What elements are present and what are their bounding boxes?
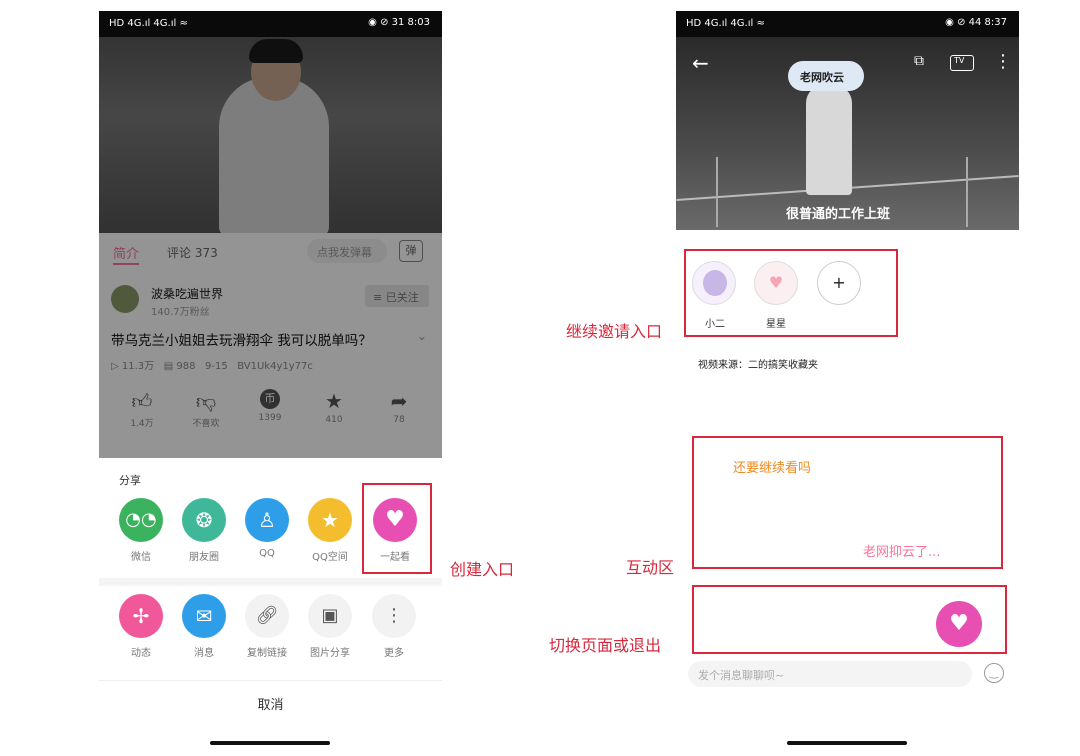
cancel-button[interactable]: 取消 [99,694,442,713]
annotation-invite-entry: 继续邀请入口 [566,322,663,341]
more-vertical-icon[interactable]: ⋮ [994,51,1012,72]
pinwheel-icon: ✢ [119,594,163,638]
dim-overlay[interactable] [99,37,442,458]
moments-camera-icon: ❂ [182,498,226,542]
annotation-create-entry: 创建入口 [450,560,515,579]
status-bar: HD 4G.ıl 4G.ıl ≈ ◉ ⊘ 31 8:03 [99,11,442,37]
invite-entry-highlight [684,249,898,337]
parking-line [966,157,968,227]
status-signal-right: HD 4G.ıl 4G.ıl ≈ [686,18,765,29]
share-title: 分享 [119,474,141,487]
link-icon: 🔗︎ [245,594,289,638]
status-bar-right: HD 4G.ıl 4G.ıl ≈ ◉ ⊘ 44 8:37 [676,11,1019,37]
envelope-icon: ✉ [182,594,226,638]
status-signal: HD 4G.ıl 4G.ıl ≈ [109,18,188,29]
create-entry-highlight [362,483,432,574]
home-indicator[interactable] [210,741,330,745]
message-input[interactable]: 发个消息聊聊呗~ [688,661,972,687]
emoji-icon[interactable]: ‿ [984,663,1004,683]
tv-cast-icon[interactable]: TV [950,55,974,71]
more-vertical-icon: ⋮ [372,594,416,638]
qzone-star-icon: ★ [308,498,352,542]
wechat-icon: ◔◔ [119,498,163,542]
home-indicator[interactable] [787,741,907,745]
back-arrow-icon[interactable]: ← [692,51,709,75]
cloud-sticker: 老网吹云 [788,61,864,91]
share-divider-2 [99,680,442,681]
parking-line [716,157,718,227]
switch-exit-highlight [692,585,1007,654]
video-player-right[interactable]: 老网吹云 ← ⧉ TV ⋮ 很普通的工作上班 [676,37,1019,230]
video-person [806,85,852,195]
status-time: ◉ ⊘ 31 8:03 [368,17,430,28]
left-phone-screen: HD 4G.ıl 4G.ıl ≈ ◉ ⊘ 31 8:03 简介 评论 373 点… [99,11,442,753]
qq-penguin-icon: ♙ [245,498,289,542]
image-icon: ▣ [308,594,352,638]
annotation-switch-or-exit: 切换页面或退出 [549,636,662,655]
share-divider [99,578,442,586]
interaction-area-highlight [692,436,1003,569]
video-subtitle: 很普通的工作上班 [786,207,891,222]
video-source: 视频来源：二的搞笑收藏夹 [698,360,818,371]
status-time-right: ◉ ⊘ 44 8:37 [945,17,1007,28]
pip-icon[interactable]: ⧉ [914,53,924,69]
annotation-interaction-area: 互动区 [626,558,675,577]
